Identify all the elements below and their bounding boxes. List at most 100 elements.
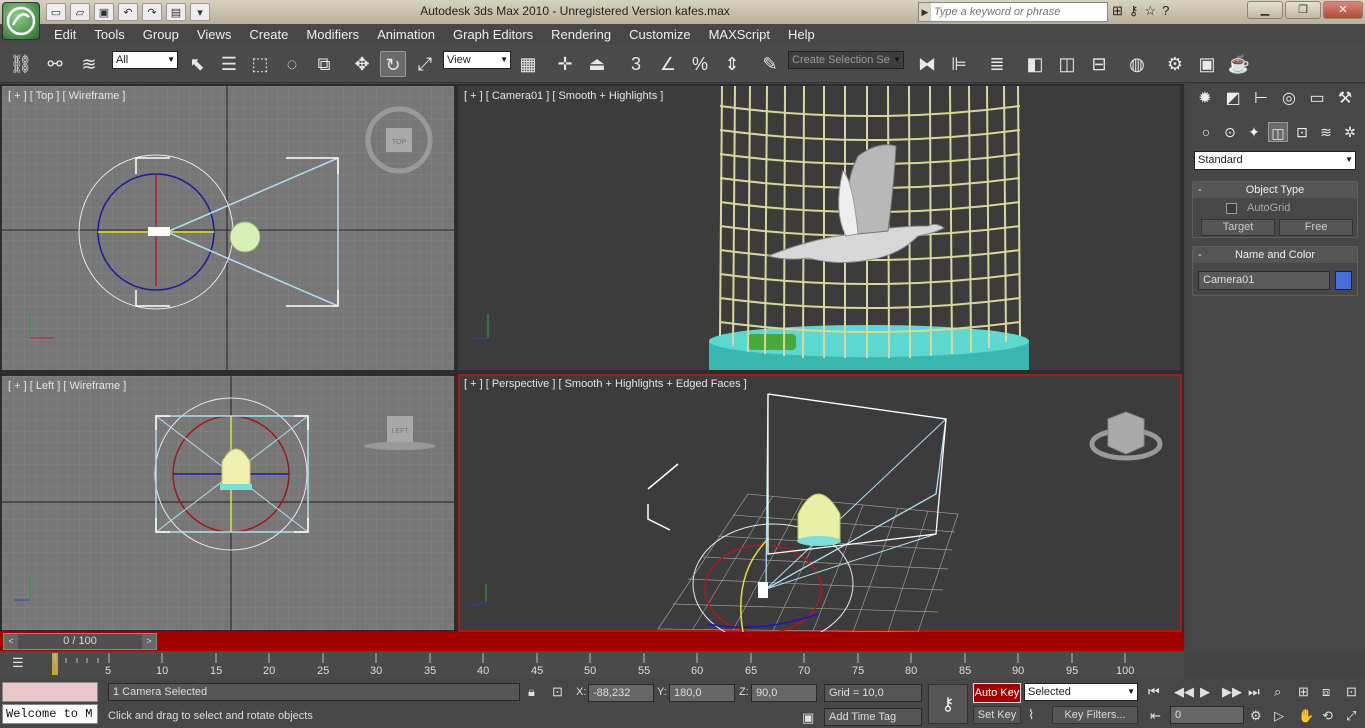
angle-snap-icon[interactable]: ∠ (655, 51, 681, 77)
unlink-icon[interactable]: ⚯ (42, 51, 68, 77)
current-frame-input[interactable]: 0 (1170, 706, 1244, 724)
space-warps-icon[interactable]: ≋ (1316, 122, 1336, 142)
graphite-modeling-icon[interactable]: ◧ (1022, 51, 1048, 77)
material-editor-icon[interactable]: ◍ (1124, 51, 1150, 77)
maximize-viewport-icon[interactable]: ⤢ (1346, 708, 1356, 724)
create-tab-icon[interactable]: ✹ (1194, 88, 1216, 110)
menu-animation[interactable]: Animation (368, 24, 444, 45)
layer-manager-icon[interactable]: ≣ (984, 51, 1010, 77)
manipulate-icon[interactable]: ✛ (552, 51, 578, 77)
zoom-all-icon[interactable]: ⊞ (1298, 684, 1309, 700)
free-camera-button[interactable]: Free (1279, 219, 1353, 236)
menu-views[interactable]: Views (188, 24, 240, 45)
selection-filter-dropdown[interactable]: All (112, 51, 178, 69)
curve-editor-icon[interactable]: ◫ (1054, 51, 1080, 77)
menu-tools[interactable]: Tools (85, 24, 133, 45)
time-tag-icon[interactable]: ▣ (802, 710, 814, 726)
viewport-left-label[interactable]: [ + ] [ Left ] [ Wireframe ] (8, 380, 126, 392)
viewport-left[interactable]: [ + ] [ Left ] [ Wireframe ] LEFT (2, 376, 454, 630)
absolute-mode-icon[interactable]: ⊡ (552, 684, 563, 700)
auto-key-button[interactable]: Auto Key (973, 683, 1021, 703)
select-and-link-icon[interactable]: ⛓ (8, 51, 34, 77)
set-key-icon[interactable]: ⚷ (928, 684, 968, 724)
field-of-view-icon[interactable]: ▷ (1274, 708, 1284, 724)
track-bar[interactable]: ☰ 5 10 15 20 25 30 35 40 45 50 55 60 65 … (0, 651, 1184, 678)
minimize-button[interactable]: ▁ (1247, 1, 1283, 19)
pivot-center-icon[interactable]: ▦ (515, 51, 541, 77)
menu-rendering[interactable]: Rendering (542, 24, 620, 45)
orbit-icon[interactable]: ⟲ (1322, 708, 1333, 724)
utilities-tab-icon[interactable]: ⚒ (1334, 88, 1356, 110)
geometry-icon[interactable]: ○ (1196, 122, 1216, 142)
time-slider-next-icon[interactable]: > (142, 634, 156, 649)
rectangular-selection-icon[interactable]: ⬚ (247, 51, 273, 77)
pan-view-icon[interactable]: ✋ (1298, 708, 1314, 724)
select-and-scale-icon[interactable]: ⤢ (412, 51, 438, 77)
menu-create[interactable]: Create (240, 24, 297, 45)
play-icon[interactable]: ▶ (1200, 684, 1210, 700)
default-tangents-icon[interactable]: ⌇ (1028, 707, 1034, 723)
time-configuration-icon[interactable]: ⚙ (1250, 708, 1262, 724)
time-slider-prev-icon[interactable]: < (4, 634, 18, 649)
time-slider[interactable]: < 0 / 100 > (3, 633, 157, 650)
reference-coordinate-dropdown[interactable]: View (443, 51, 511, 69)
hierarchy-tab-icon[interactable]: ⊢ (1250, 88, 1272, 110)
star-icon[interactable]: ☆ (1144, 3, 1156, 19)
quick-render-icon[interactable]: ☕ (1226, 51, 1252, 77)
key-filters-button[interactable]: Key Filters... (1052, 706, 1138, 724)
y-coordinate-input[interactable]: 180,0 (669, 684, 735, 702)
menu-help[interactable]: Help (779, 24, 824, 45)
select-object-icon[interactable]: ⬉ (184, 51, 210, 77)
object-name-input[interactable]: Camera01 (1198, 271, 1330, 290)
name-color-header[interactable]: Name and Color (1193, 247, 1357, 263)
zoom-icon[interactable]: ⌕ (1274, 684, 1281, 700)
go-to-end-icon[interactable]: ⏭ (1248, 684, 1260, 700)
next-frame-icon[interactable]: ▶▶ (1222, 684, 1242, 700)
align-icon[interactable]: ⊫ (946, 51, 972, 77)
select-and-move-icon[interactable]: ✥ (349, 51, 375, 77)
viewport-perspective-label[interactable]: [ + ] [ Perspective ] [ Smooth + Highlig… (464, 378, 747, 390)
restore-button[interactable]: ❐ (1285, 1, 1321, 19)
key-mode-dropdown[interactable]: Selected (1024, 683, 1138, 701)
keyboard-shortcut-override-icon[interactable]: ⏏ (584, 51, 610, 77)
viewport-camera01[interactable]: [ + ] [ Camera01 ] [ Smooth + Highlights… (458, 86, 1180, 370)
select-and-rotate-icon[interactable]: ↻ (380, 51, 406, 77)
set-key-button[interactable]: Set Key (973, 706, 1021, 724)
object-color-swatch[interactable] (1335, 271, 1352, 290)
viewport-top-label[interactable]: [ + ] [ Top ] [ Wireframe ] (8, 90, 125, 102)
menu-customize[interactable]: Customize (620, 24, 699, 45)
object-type-header[interactable]: Object Type (1193, 182, 1357, 198)
search-expand-icon[interactable]: ▶ (919, 3, 931, 21)
object-category-dropdown[interactable]: Standard (1194, 151, 1356, 170)
go-to-start-icon[interactable]: ⏮ (1148, 684, 1160, 700)
rendered-frame-window-icon[interactable]: ▣ (1194, 51, 1220, 77)
selection-region-icon[interactable]: ⧉ (311, 51, 337, 77)
menu-maxscript[interactable]: MAXScript (700, 24, 779, 45)
cameras-icon[interactable]: ◫ (1268, 122, 1288, 142)
key-mode-toggle-icon[interactable]: ⇤ (1150, 708, 1161, 724)
z-coordinate-input[interactable]: 90,0 (751, 684, 817, 702)
close-button[interactable]: ✕ (1323, 1, 1363, 19)
lock-selection-icon[interactable]: 🔒︎ (528, 684, 535, 700)
bind-space-warp-icon[interactable]: ≋ (76, 51, 102, 77)
application-button[interactable] (2, 2, 40, 40)
motion-tab-icon[interactable]: ◎ (1278, 88, 1300, 110)
menu-group[interactable]: Group (134, 24, 188, 45)
spinner-snap-icon[interactable]: ⇕ (719, 51, 745, 77)
add-time-tag-button[interactable]: Add Time Tag (824, 708, 922, 726)
lights-icon[interactable]: ✦ (1244, 122, 1264, 142)
zoom-extents-all-icon[interactable]: ⊡ (1346, 684, 1357, 700)
snaps-toggle-icon[interactable]: 3 (623, 51, 649, 77)
viewport-top[interactable]: [ + ] [ Top ] [ Wireframe ] TOP (2, 86, 454, 370)
display-tab-icon[interactable]: ▭ (1306, 88, 1328, 110)
window-crossing-icon[interactable]: ◌ (279, 51, 305, 77)
binoculars-icon[interactable]: ⊞ (1112, 3, 1123, 19)
select-by-name-icon[interactable]: ☰ (216, 51, 242, 77)
menu-modifiers[interactable]: Modifiers (297, 24, 368, 45)
menu-edit[interactable]: Edit (45, 24, 85, 45)
x-coordinate-input[interactable]: -88,232 (588, 684, 654, 702)
maxscript-mini-listener-top[interactable] (2, 682, 98, 702)
perspective-viewcube[interactable] (1089, 411, 1163, 461)
help-icon[interactable]: ? (1162, 3, 1169, 19)
modify-tab-icon[interactable]: ◩ (1222, 88, 1244, 110)
